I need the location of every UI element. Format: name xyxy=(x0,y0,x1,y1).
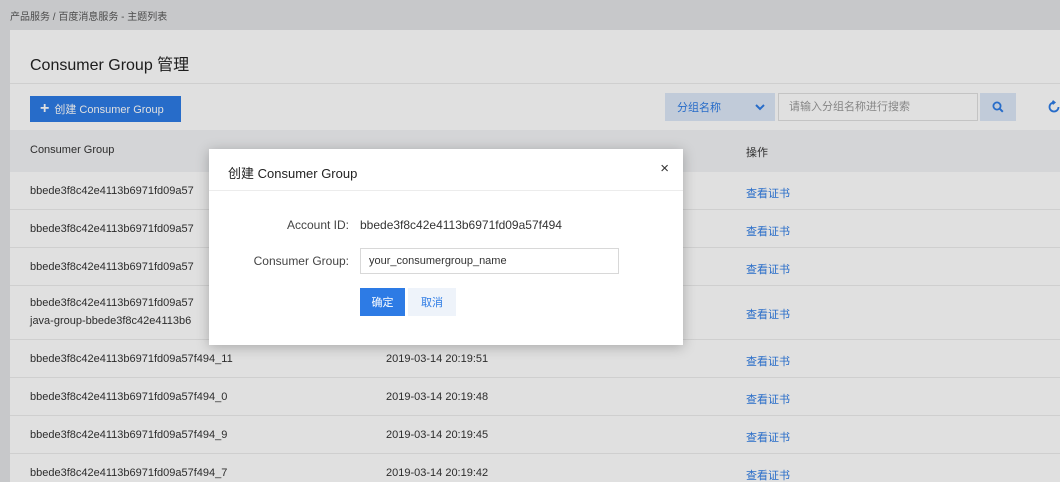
consumer-group-input[interactable] xyxy=(360,248,619,274)
account-id-label: Account ID: xyxy=(286,218,349,232)
account-id-value: bbede3f8c42e4113b6971fd09a57f494 xyxy=(360,218,562,232)
dialog-title: 创建 Consumer Group xyxy=(228,166,358,181)
confirm-button[interactable]: 确定 xyxy=(360,288,405,316)
cancel-button[interactable]: 取消 xyxy=(408,288,456,316)
create-consumer-group-dialog: 创建 Consumer Group × Account ID: bbede3f8… xyxy=(209,149,683,345)
close-icon[interactable]: × xyxy=(660,161,669,176)
dialog-header: 创建 Consumer Group × xyxy=(209,149,683,191)
consumer-group-label: Consumer Group: xyxy=(253,254,349,268)
